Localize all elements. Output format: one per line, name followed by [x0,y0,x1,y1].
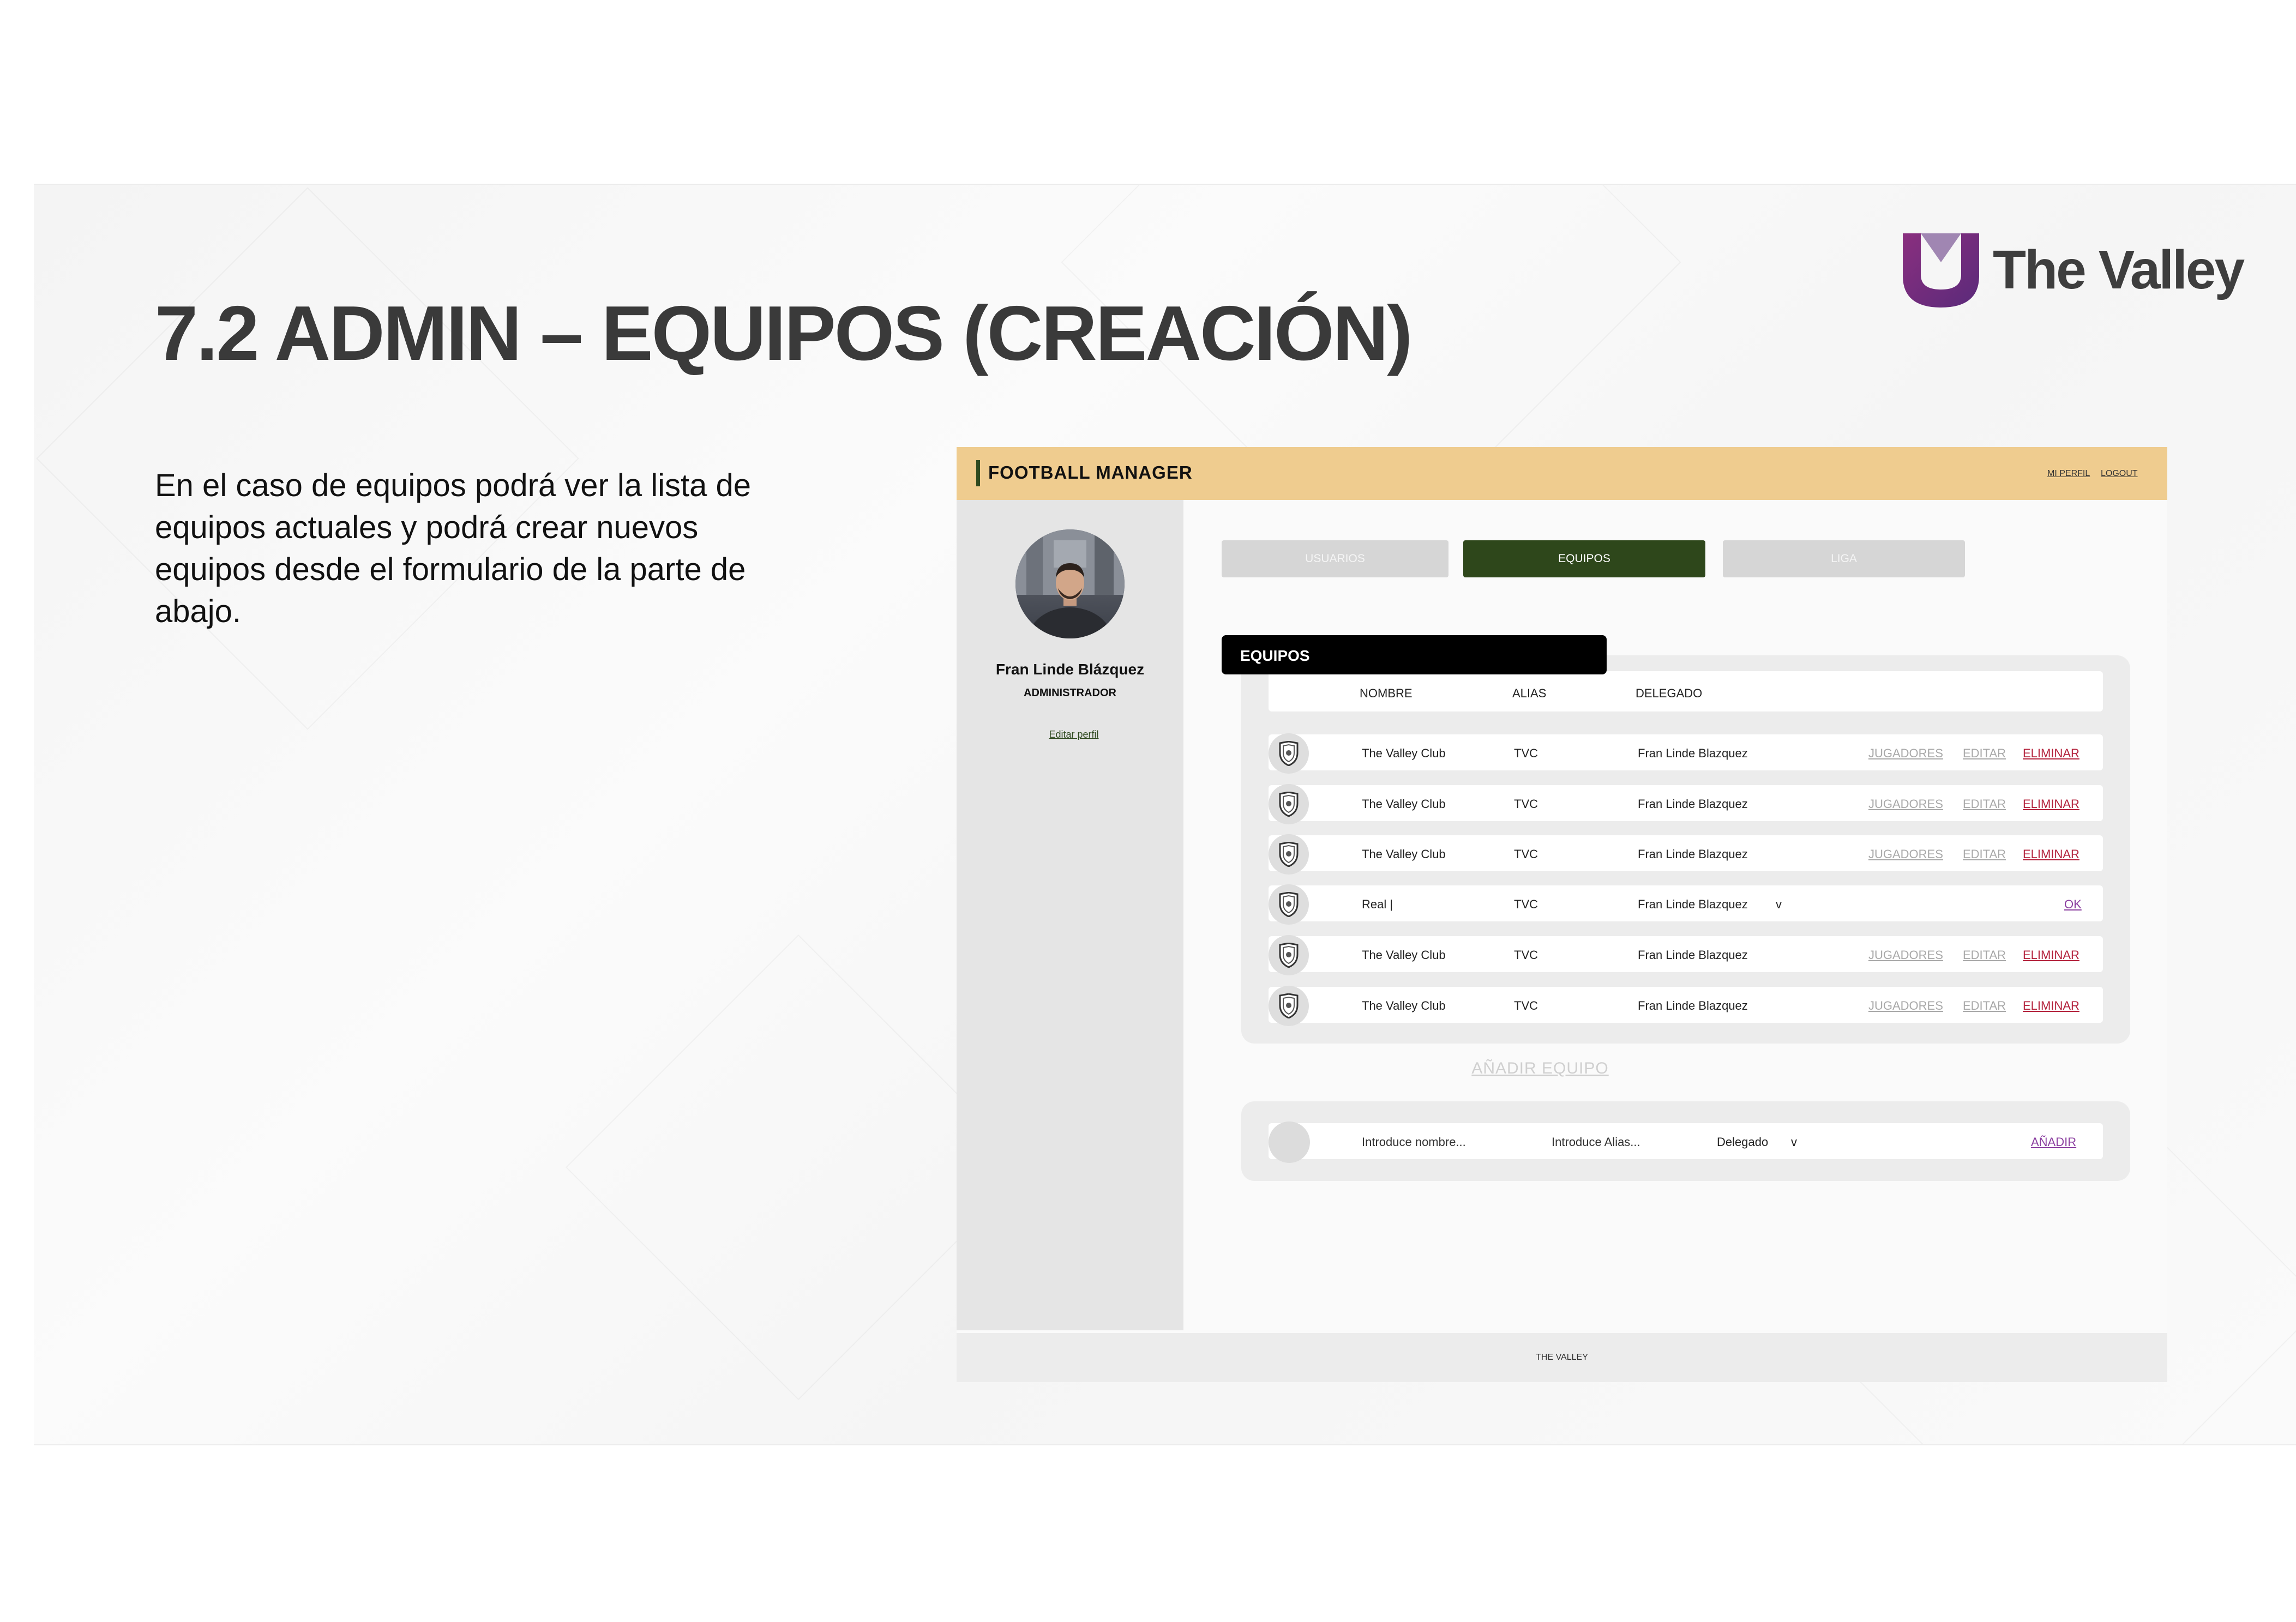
avatar [1015,529,1125,638]
app-footer: THE VALLEY [957,1333,2167,1382]
add-team-button[interactable]: AÑADIR [2031,1135,2076,1149]
players-link[interactable]: JUGADORES [1868,847,1943,861]
team-name-field[interactable]: Introduce nombre... [1362,1135,1466,1149]
chevron-down-icon[interactable]: v [1791,1135,1797,1149]
ok-button[interactable]: OK [2064,897,2082,912]
delete-link[interactable]: ELIMINAR [2023,999,2079,1013]
team-alias-input[interactable]: TVC [1514,897,1538,912]
footer-text: THE VALLEY [1536,1353,1588,1362]
edit-link[interactable]: EDITAR [1963,797,2006,811]
team-alias: TVC [1514,746,1538,760]
column-name-header: NOMBRE [1360,686,1413,700]
user-name: Fran Linde Blázquez [995,661,1145,678]
team-delegate: Fran Linde Blazquez [1638,948,1748,962]
team-name: The Valley Club [1362,948,1446,962]
team-alias: TVC [1514,999,1538,1012]
background-decoration [36,187,579,730]
tab-liga[interactable]: LIGA [1723,540,1965,577]
team-crest-icon [1269,784,1309,824]
players-link[interactable]: JUGADORES [1868,948,1943,962]
column-delegate-header: DELEGADO [1636,686,1703,700]
delete-link[interactable]: ELIMINAR [2023,847,2079,861]
brand-accent-bar [976,460,980,486]
team-name: The Valley Club [1362,847,1446,861]
team-delegate: Fran Linde Blazquez [1638,746,1748,760]
chevron-down-icon[interactable]: v [1776,897,1782,912]
table-header: NOMBRE ALIAS DELEGADO [1269,671,2103,711]
delete-link[interactable]: ELIMINAR [2023,746,2079,761]
user-role: ADMINISTRADOR [1024,687,1116,699]
team-name-input[interactable]: Real | [1362,897,1393,912]
team-crest-icon [1269,986,1309,1026]
players-link[interactable]: JUGADORES [1868,746,1943,761]
sidebar: Fran Linde Blázquez ADMINISTRADOR Editar… [957,500,1183,1330]
players-link[interactable]: JUGADORES [1868,999,1943,1013]
app-brand: FOOTBALL MANAGER [988,462,1193,483]
team-name: The Valley Club [1362,999,1446,1012]
team-delegate: Fran Linde Blazquez [1638,847,1748,861]
team-alias-field[interactable]: Introduce Alias... [1552,1135,1640,1149]
logout-link[interactable]: LOGOUT [2101,469,2138,479]
table-row: The Valley Club TVC Fran Linde Blazquez … [1269,986,2103,1026]
table-row: The Valley Club TVC Fran Linde Blazquez … [1269,834,2103,875]
teams-panel: NOMBRE ALIAS DELEGADO The Valley Club TV… [1241,655,2130,1044]
team-crest-icon [1269,884,1309,925]
add-team-title: AÑADIR EQUIPO [1471,1059,1609,1077]
edit-link[interactable]: EDITAR [1963,999,2006,1013]
team-alias: TVC [1514,847,1538,861]
delete-link[interactable]: ELIMINAR [2023,948,2079,962]
team-crest-icon [1269,935,1309,975]
team-crest-icon [1269,733,1309,774]
delete-link[interactable]: ELIMINAR [2023,797,2079,811]
delegate-select[interactable]: Delegado [1717,1135,1768,1149]
tab-usuarios[interactable]: USUARIOS [1222,540,1448,577]
team-name: The Valley Club [1362,746,1446,760]
my-profile-link[interactable]: MI PERFIL [2047,469,2090,479]
delegate-select[interactable]: Fran Linde Blazquez [1638,897,1748,912]
tab-equipos[interactable]: EQUIPOS [1463,540,1705,577]
slide-title: 7.2 ADMIN – EQUIPOS (CREACIÓN) [155,290,1413,377]
column-alias-header: ALIAS [1512,686,1547,700]
slide-description: En el caso de equipos podrá ver la lista… [155,468,752,629]
edit-profile-link[interactable]: Editar perfil [957,729,1191,740]
crest-upload-placeholder[interactable] [1269,1121,1310,1163]
table-row-editing: Real | TVC Fran Linde Blazquez v OK [1269,884,2103,925]
logo-text: The Valley [1993,239,2245,300]
team-delegate: Fran Linde Blazquez [1638,797,1748,811]
edit-link[interactable]: EDITAR [1963,746,2006,761]
table-row: The Valley Club TVC Fran Linde Blazquez … [1269,733,2103,774]
form-row: Introduce nombre... Introduce Alias... D… [1269,1121,2103,1163]
valley-u-icon [1903,233,1979,307]
app-header: FOOTBALL MANAGER MI PERFIL LOGOUT [957,447,2167,500]
section-title: EQUIPOS [1222,635,1607,674]
edit-link[interactable]: EDITAR [1963,948,2006,962]
team-delegate: Fran Linde Blazquez [1638,999,1748,1012]
table-row: The Valley Club TVC Fran Linde Blazquez … [1269,935,2103,975]
table-row: The Valley Club TVC Fran Linde Blazquez … [1269,784,2103,824]
team-alias: TVC [1514,948,1538,962]
players-link[interactable]: JUGADORES [1868,797,1943,811]
team-alias: TVC [1514,797,1538,811]
team-name: The Valley Club [1362,797,1446,811]
team-crest-icon [1269,834,1309,875]
add-team-form: Introduce nombre... Introduce Alias... D… [1241,1101,2130,1181]
app-screenshot: FOOTBALL MANAGER MI PERFIL LOGOUT Fran L… [957,447,2167,1382]
edit-link[interactable]: EDITAR [1963,847,2006,861]
the-valley-logo: The Valley [1900,232,2245,314]
